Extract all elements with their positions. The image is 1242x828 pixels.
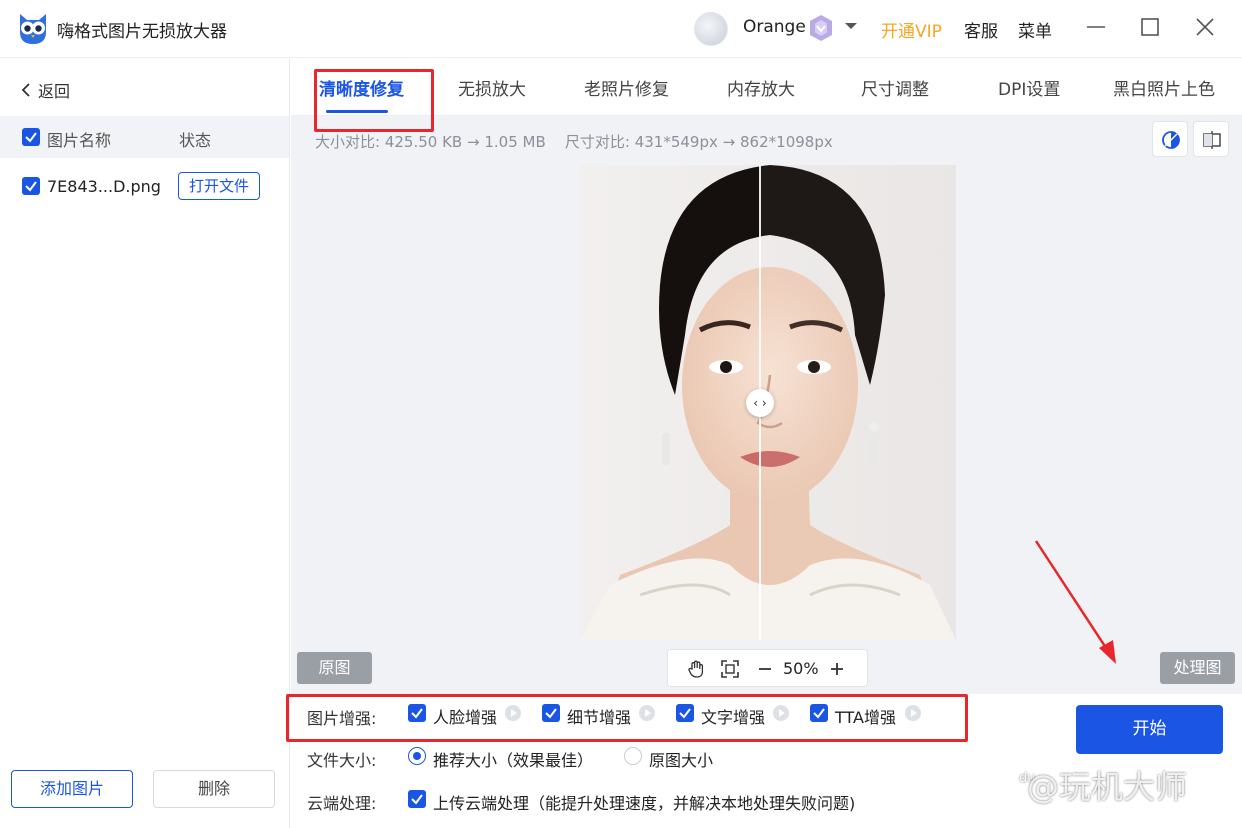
vip-badge-icon [810,15,832,41]
split-view-button[interactable] [1193,121,1229,157]
back-button[interactable]: 返回 [20,78,70,102]
add-image-button[interactable]: 添加图片 [11,770,133,808]
compare-slider-handle[interactable]: ‹ › [746,389,774,417]
chevron-left-icon [21,83,30,97]
size-after: 1.05 MB [484,133,546,151]
tab-size-adjust[interactable]: 尺寸调整 [861,75,929,100]
username[interactable]: Orange [743,17,806,37]
app-title: 嗨格式图片无损放大器 [57,22,227,42]
minimize-icon[interactable] [1083,14,1109,40]
tab-old-photo-repair[interactable]: 老照片修复 [584,75,669,100]
split-view-icon [1203,131,1221,149]
tab-dpi-settings[interactable]: DPI设置 [998,75,1060,100]
size-before: 425.50 KB [384,133,463,151]
maximize-icon[interactable] [1137,14,1163,40]
zoom-level: 50% [783,659,819,678]
select-all-checkbox[interactable] [22,128,40,146]
contrast-icon [1162,131,1180,149]
check-icon [25,132,37,143]
zoom-in-icon[interactable] [828,659,846,679]
size-original-radio[interactable] [624,747,642,765]
check-icon [411,794,423,805]
size-original-label[interactable]: 原图大小 [649,747,713,771]
zoom-toolbar: 50% [667,649,868,687]
check-icon [25,181,37,192]
size-recommended-radio[interactable] [408,747,426,765]
tab-lossless-upscale[interactable]: 无损放大 [458,75,526,100]
file-list-header: 图片名称 状态 [0,116,289,158]
open-file-button[interactable]: 打开文件 [178,172,260,200]
tab-colorize[interactable]: 黑白照片上色 [1113,75,1215,100]
main-panel: 清晰度修复 无损放大 老照片修复 内存放大 尺寸调整 DPI设置 黑白照片上色 … [286,58,1242,828]
arrow-right-icon: → [722,133,736,151]
file-size-label: 文件大小: [307,751,377,770]
arrow-right-icon: → [467,133,480,151]
cloud-upload-label[interactable]: 上传云端处理（能提升处理速度，并解决本地处理失败问题) [433,790,855,814]
highlight-box-tab [314,69,434,132]
customer-service-link[interactable]: 客服 [964,17,998,42]
red-arrow-annotation-icon [1034,540,1116,664]
watermark: @玩机大师 [1027,768,1188,806]
title-bar: 嗨格式图片无损放大器 Orange 开通VIP 客服 菜单 [0,0,1242,58]
open-vip-link[interactable]: 开通VIP [881,17,942,42]
owl-logo-icon [20,14,46,44]
hand-pan-icon[interactable] [686,659,706,679]
fit-screen-icon[interactable] [720,659,740,679]
file-checkbox[interactable] [22,177,40,195]
column-header-status: 状态 [179,131,212,150]
processed-image-label: 处理图 [1160,652,1235,684]
tab-memory-enlarge[interactable]: 内存放大 [727,75,795,100]
size-compare-label: 大小对比: [315,133,381,151]
dim-after: 862*1098px [740,133,833,151]
back-label: 返回 [38,82,71,101]
column-header-name: 图片名称 [47,131,112,150]
user-avatar[interactable] [694,12,728,46]
highlight-box-enhance [286,694,968,742]
compare-mode-button[interactable] [1152,121,1188,157]
dim-before: 431*549px [634,133,718,151]
original-image-label: 原图 [297,652,372,684]
menu-link[interactable]: 菜单 [1018,17,1052,42]
chevron-down-icon[interactable] [842,17,860,35]
zoom-out-icon[interactable] [756,659,774,679]
close-icon[interactable] [1192,14,1218,40]
delete-button[interactable]: 删除 [153,770,275,808]
start-button[interactable]: 开始 [1076,705,1223,754]
size-recommended-label[interactable]: 推荐大小（效果最佳） [433,747,593,771]
cloud-process-label: 云端处理: [307,794,377,813]
sidebar: 返回 图片名称 状态 7E843...D.png 打开文件 添加图片 删除 [0,58,290,828]
compare-info: 大小对比: 425.50 KB → 1.05 MB 尺寸对比: 431*549p… [315,131,833,152]
dim-compare-label: 尺寸对比: [564,133,630,151]
file-name: 7E843...D.png [47,177,161,196]
cloud-upload-checkbox[interactable] [408,790,426,808]
